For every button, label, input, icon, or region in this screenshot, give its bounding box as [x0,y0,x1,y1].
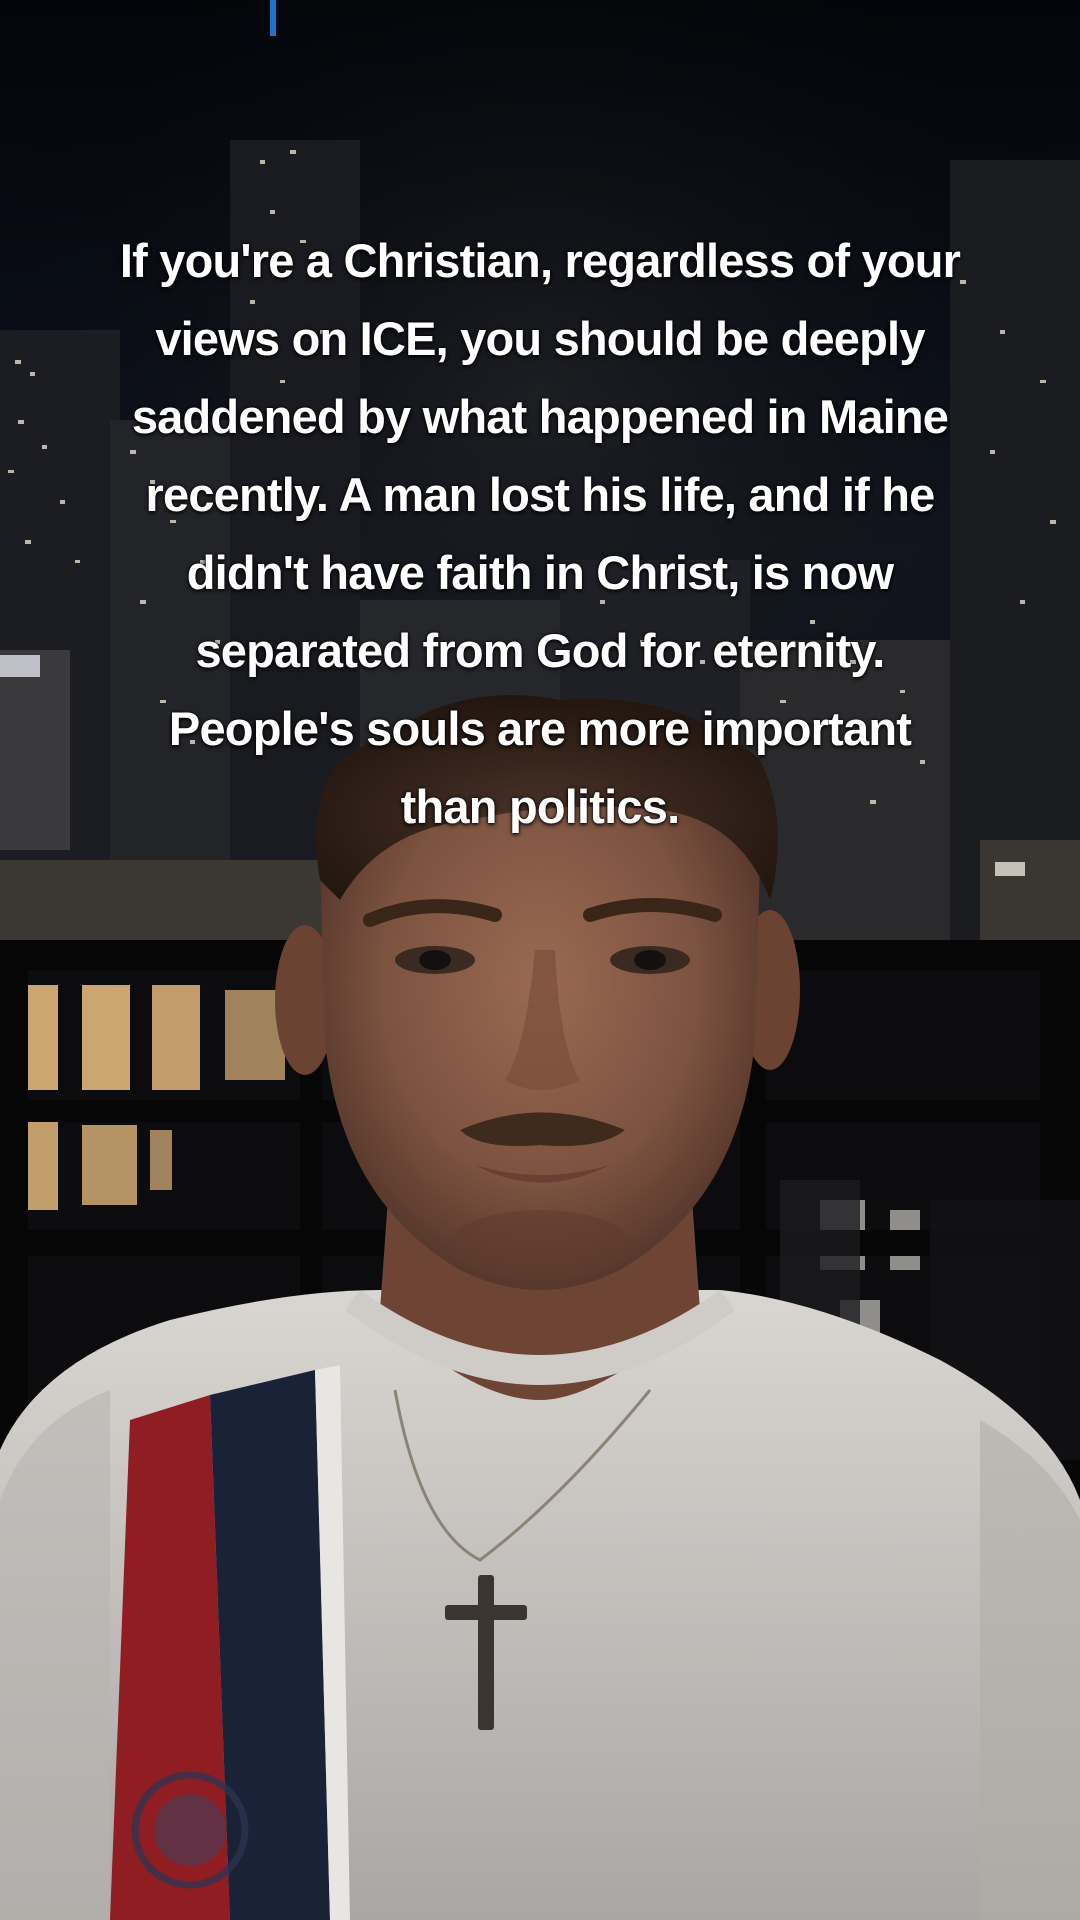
video-frame[interactable]: If you're a Christian, regardless of you… [0,0,1080,1920]
caption-line: recently. A man lost his life, and if he [145,468,936,521]
caption-line: views on ICE, you should be deeply [155,312,925,365]
caption-line: If you're a Christian, regardless of you… [119,234,961,287]
caption-line: People's souls are more important [168,702,912,755]
caption-line: didn't have faith in Christ, is now [186,546,894,599]
video-caption: If you're a Christian, regardless of you… [60,222,1020,846]
caption-line: separated from God for eternity. [195,624,885,677]
caption-line: saddened by what happened in Maine [131,390,949,443]
caption-line: than politics. [400,780,680,833]
shirt-stripe-navy [210,1370,330,1920]
